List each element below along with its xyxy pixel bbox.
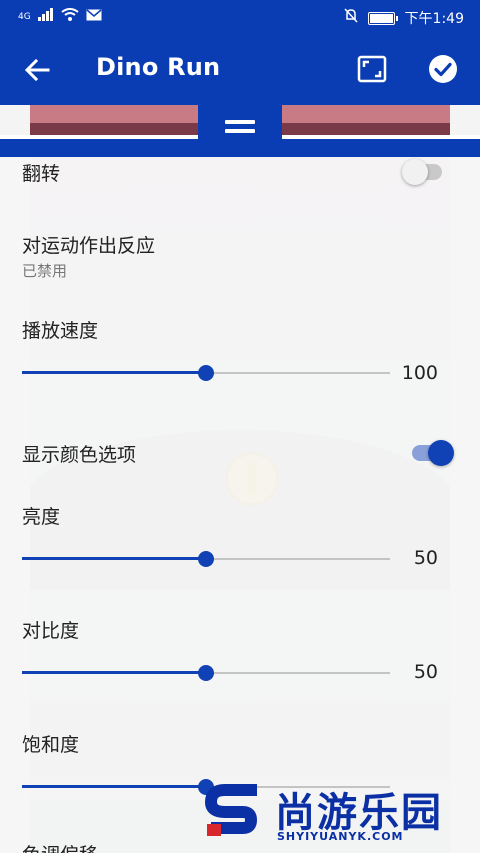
- watermark-logo-icon: [205, 784, 258, 836]
- check-circle-icon: [429, 55, 457, 83]
- status-right: 下午1:49: [343, 8, 464, 28]
- battery-icon: [367, 11, 398, 25]
- speed-value: 100: [401, 362, 438, 384]
- hue-label: 色调偏移: [22, 840, 98, 853]
- color-options-toggle[interactable]: [412, 438, 456, 468]
- drag-handle[interactable]: [198, 105, 282, 147]
- brightness-slider[interactable]: [22, 549, 390, 569]
- motion-label[interactable]: 对运动作出反应: [22, 231, 155, 258]
- toggle-knob: [428, 440, 454, 466]
- app-bar: Dino Run: [0, 33, 480, 105]
- flip-label: 翻转: [22, 163, 61, 185]
- watermark-url: SHYIYUANYK.COM: [277, 830, 404, 843]
- arrow-left-icon: [24, 59, 50, 81]
- contrast-value: 50: [413, 661, 438, 683]
- slider-fill: [22, 557, 206, 560]
- back-button[interactable]: [18, 51, 56, 89]
- status-left: 4G: [18, 8, 102, 26]
- mute-bell-icon: [343, 8, 358, 28]
- status-time: 下午1:49: [404, 11, 464, 27]
- drag-handle-line: [225, 119, 255, 124]
- signal-icon: [37, 8, 54, 26]
- fullscreen-icon: [357, 55, 387, 83]
- preview-strip: [0, 105, 480, 157]
- toggle-knob: [402, 159, 428, 185]
- slider-thumb[interactable]: [198, 665, 214, 681]
- slider-thumb[interactable]: [198, 551, 214, 567]
- drag-handle-line: [225, 128, 255, 133]
- slider-fill: [22, 785, 206, 788]
- page-title: Dino Run: [96, 53, 221, 81]
- slider-fill: [22, 371, 206, 374]
- watermark: 尚游乐园 SHYIYUANYK.COM: [205, 770, 480, 850]
- contrast-label: 对比度: [22, 620, 80, 642]
- motion-status: 已禁用: [22, 262, 68, 280]
- mail-icon: [86, 8, 102, 26]
- wifi-icon: [61, 8, 79, 26]
- contrast-slider[interactable]: [22, 663, 390, 683]
- brightness-value: 50: [413, 547, 438, 569]
- speed-slider[interactable]: [22, 363, 390, 383]
- confirm-button[interactable]: [428, 54, 458, 84]
- fullscreen-button[interactable]: [352, 52, 392, 88]
- network-type-label: 4G: [18, 12, 31, 22]
- color-options-label: 显示颜色选项: [22, 444, 137, 466]
- flip-toggle[interactable]: [402, 157, 446, 187]
- slider-fill: [22, 671, 206, 674]
- speed-label: 播放速度: [22, 320, 99, 342]
- status-bar: 4G 下午1:49: [0, 0, 480, 33]
- saturation-label: 饱和度: [22, 734, 80, 756]
- slider-thumb[interactable]: [198, 365, 214, 381]
- brightness-label: 亮度: [22, 506, 61, 528]
- settings-panel: 翻转 对运动作出反应 已禁用 播放速度 100 显示颜色选项 亮度 50 对比度…: [0, 157, 480, 853]
